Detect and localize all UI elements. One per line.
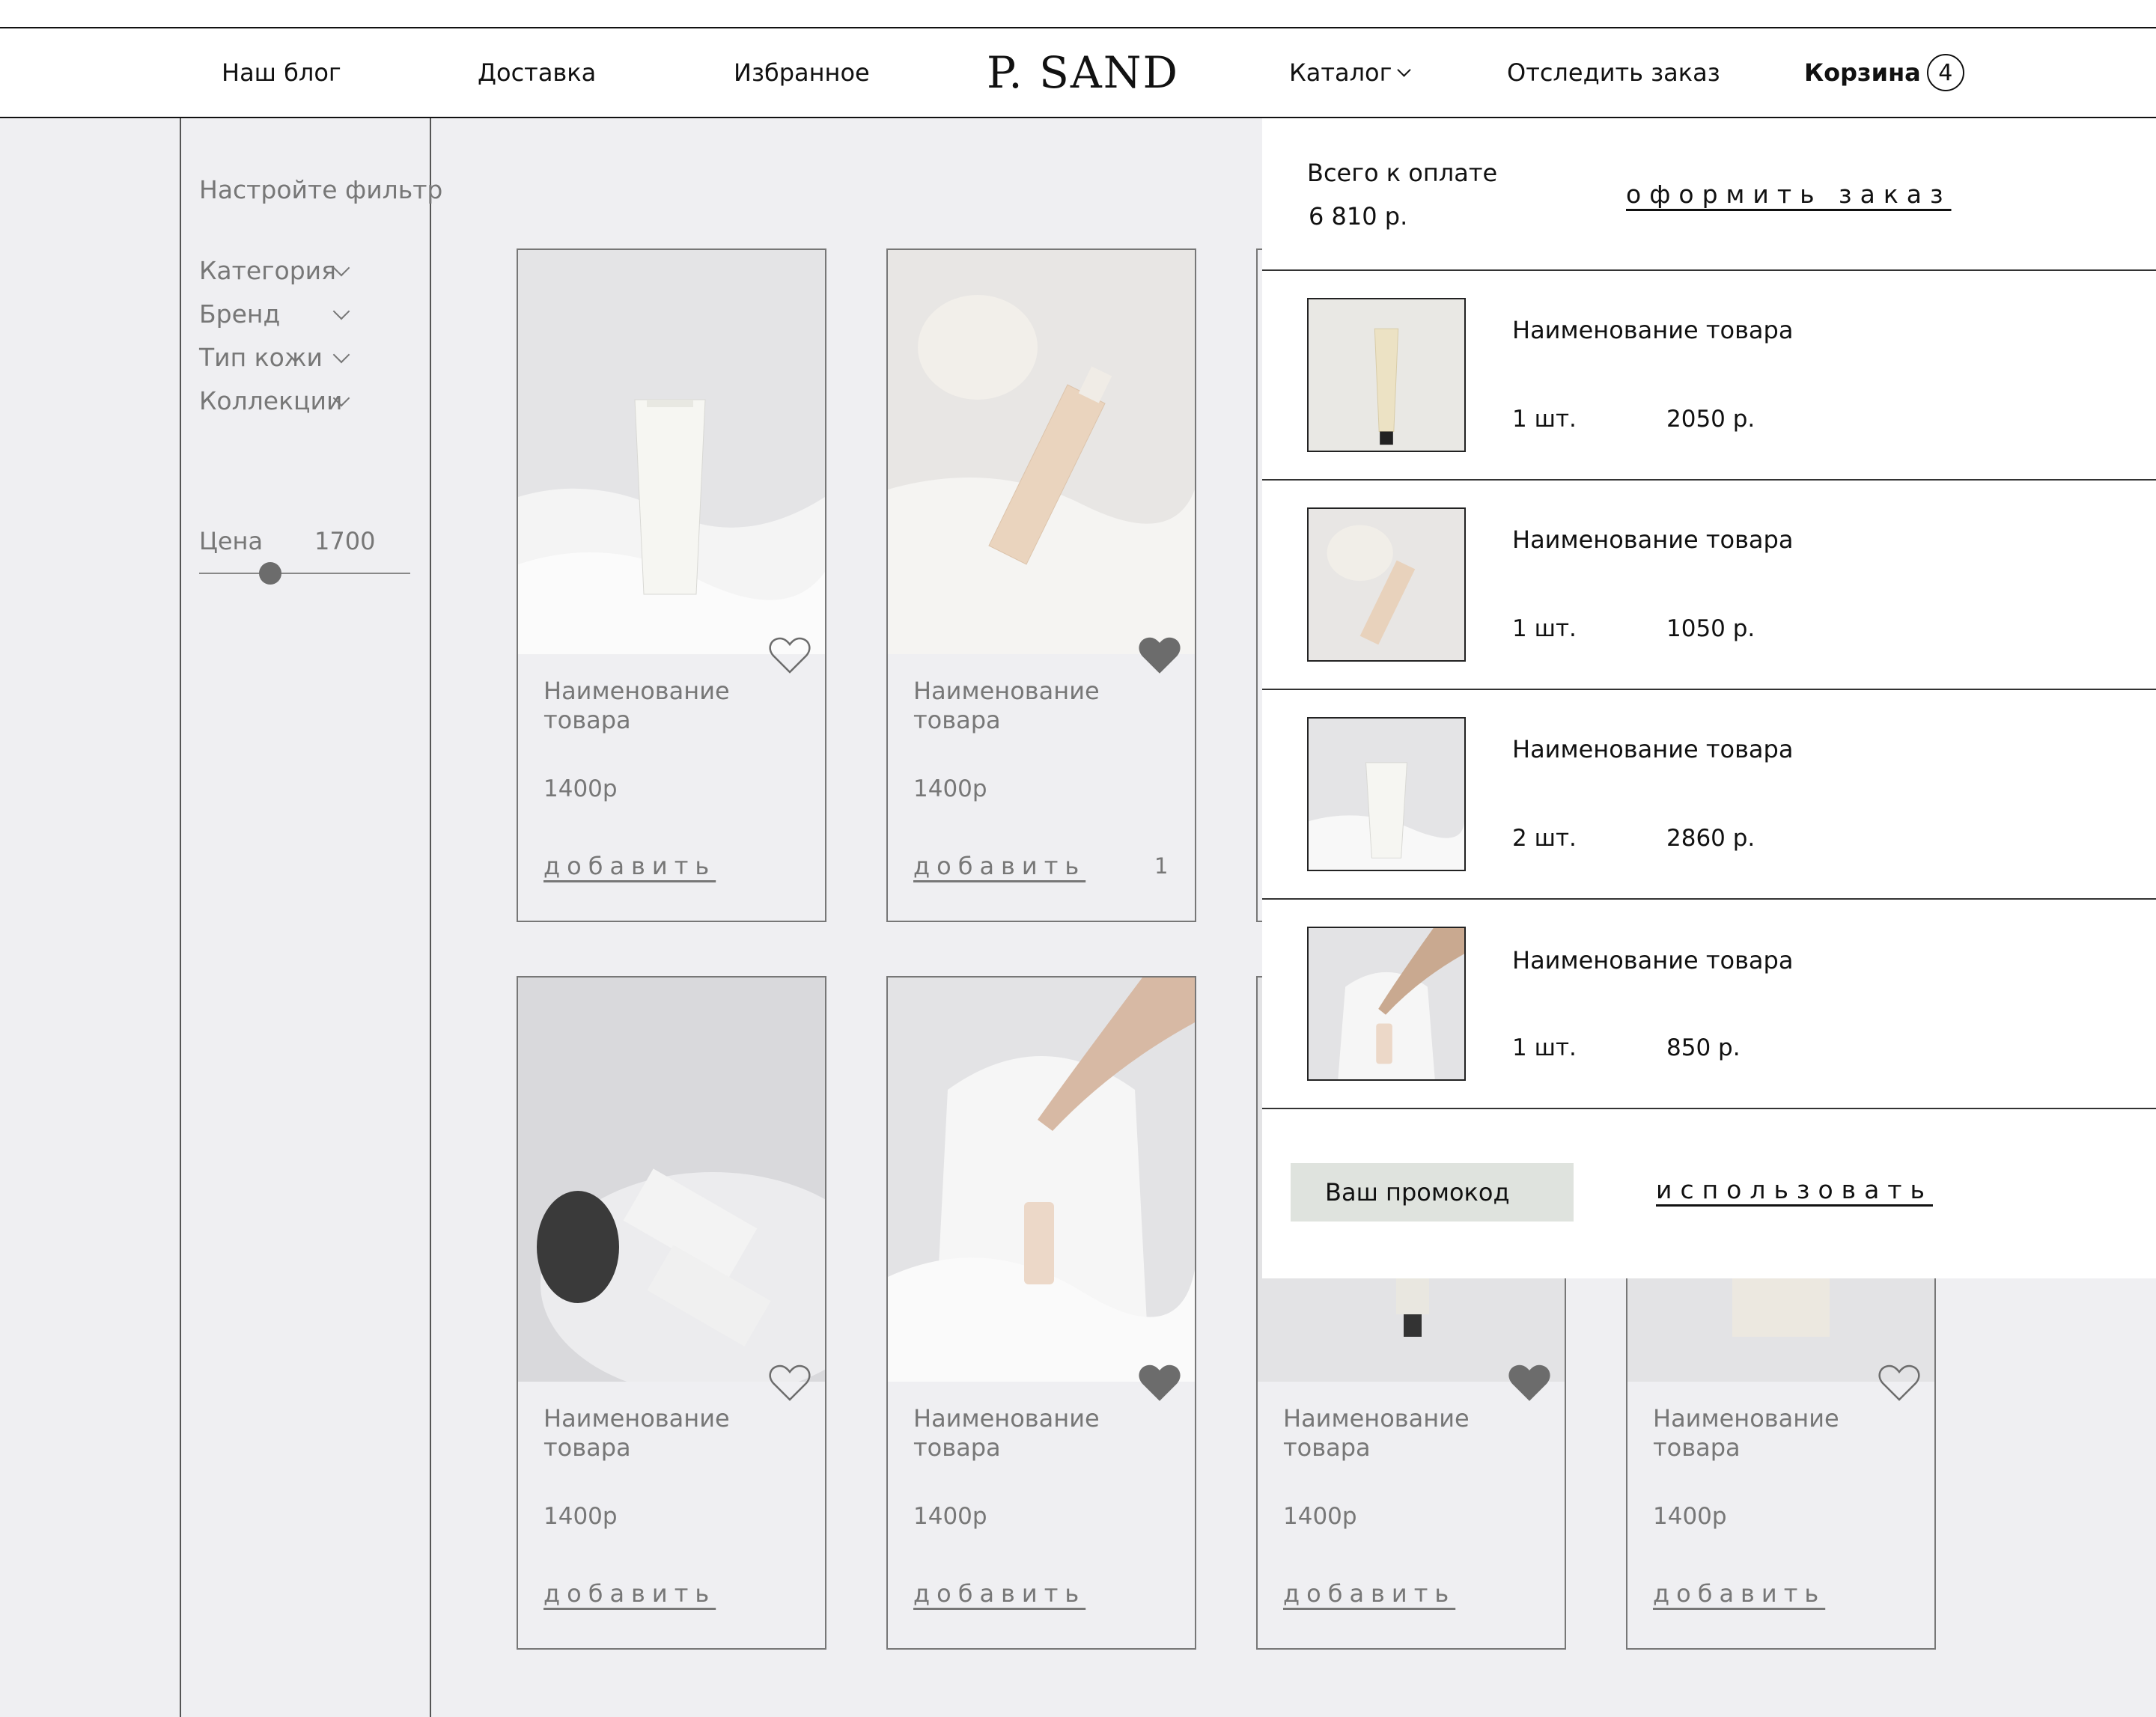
favorite-heart-icon[interactable] [768, 1364, 811, 1403]
price-filter-value: 1700 [314, 527, 376, 555]
product-name: Наименование товара [543, 677, 730, 734]
add-to-cart-button[interactable]: добавить [1653, 1579, 1825, 1608]
filter-collections-label: Коллекции [199, 386, 343, 415]
product-name: Наименование товара [1283, 1404, 1470, 1462]
filter-brand-label: Бренд [199, 299, 281, 329]
favorite-heart-icon[interactable] [1138, 636, 1181, 675]
product-card[interactable]: Наименование товара 1400р добавить [517, 248, 826, 922]
filter-category[interactable]: Категория [199, 256, 336, 285]
product-image [888, 978, 1195, 1382]
cart-item-image [1307, 717, 1466, 871]
cart-divider [1262, 1108, 2156, 1109]
product-card[interactable]: Наименование товара 1400р добавить [886, 976, 1196, 1650]
sidebar-divider [430, 118, 431, 1717]
product-price: 1400р [1283, 1503, 1357, 1530]
left-divider [180, 118, 181, 1717]
product-card[interactable]: Наименование товара 1400р добавить [517, 976, 826, 1650]
filter-title: Настройте фильтр [199, 175, 443, 204]
chevron-down-icon [1397, 62, 1412, 77]
cart-item-image [1307, 927, 1466, 1081]
filter-skin-type[interactable]: Тип кожи [199, 343, 323, 372]
cart-item-image [1307, 298, 1466, 452]
product-name: Наименование товара [913, 1404, 1100, 1462]
nav-catalog-dropdown[interactable]: Каталог [1289, 28, 1412, 117]
filter-collections[interactable]: Коллекции [199, 386, 342, 415]
cart-divider [1262, 898, 2156, 900]
price-slider-handle[interactable] [259, 562, 281, 585]
promo-code-input[interactable]: Ваш промокод [1291, 1163, 1574, 1222]
product-image [888, 250, 1195, 654]
favorite-heart-icon[interactable] [1138, 1364, 1181, 1403]
cart-item-name: Наименование товара [1512, 316, 1794, 344]
cart-label: Корзина [1804, 58, 1921, 87]
cart-item-quantity[interactable]: 1 шт. [1512, 1034, 1577, 1061]
nav-favorites-link[interactable]: Избранное [734, 28, 870, 117]
cart-item-price: 850 р. [1666, 1034, 1741, 1061]
add-to-cart-button[interactable]: добавить [913, 1579, 1085, 1608]
nav-catalog-label: Каталог [1289, 58, 1392, 87]
product-name: Наименование товара [543, 1404, 730, 1462]
filter-skin-type-label: Тип кожи [199, 343, 323, 372]
cart-item-quantity[interactable]: 2 шт. [1512, 825, 1577, 852]
cart-item-price: 2050 р. [1666, 406, 1755, 433]
product-price: 1400р [913, 1503, 987, 1530]
cart-item-image [1307, 507, 1466, 662]
product-image [518, 978, 825, 1382]
nav-track-order-link[interactable]: Отследить заказ [1507, 28, 1720, 117]
apply-promo-button[interactable]: использовать [1656, 1175, 1933, 1204]
cart-divider [1262, 479, 2156, 481]
favorite-heart-icon[interactable] [1508, 1364, 1551, 1403]
nav-cart-link[interactable]: Корзина 4 [1804, 28, 1964, 117]
price-slider-track[interactable] [199, 573, 410, 574]
top-navigation: Наш блог Доставка Избранное P. SAND Ката… [0, 27, 2156, 118]
product-name: Наименование товара [1653, 1404, 1839, 1462]
cart-item-name: Наименование товара [1512, 525, 1794, 554]
cart-item-quantity[interactable]: 1 шт. [1512, 406, 1577, 433]
product-price: 1400р [913, 775, 987, 802]
add-to-cart-button[interactable]: добавить [1283, 1579, 1455, 1608]
product-image [518, 250, 825, 654]
product-price: 1400р [543, 775, 618, 802]
cart-total-label: Всего к оплате [1307, 159, 1498, 187]
checkout-button[interactable]: оформить заказ [1626, 180, 1952, 209]
cart-item-price: 2860 р. [1666, 825, 1755, 852]
product-card[interactable]: Наименование товара 1400р добавить 1 [886, 248, 1196, 922]
product-cart-quantity: 1 [1154, 853, 1169, 879]
product-name: Наименование товара [913, 677, 1100, 734]
nav-blog-link[interactable]: Наш блог [222, 28, 341, 117]
cart-divider [1262, 689, 2156, 690]
filter-brand[interactable]: Бренд [199, 299, 280, 329]
cart-total-value: 6 810 р. [1309, 202, 1408, 231]
cart-item-name: Наименование товара [1512, 735, 1794, 763]
price-filter-label: Цена [199, 527, 264, 555]
cart-item-name: Наименование товара [1512, 946, 1794, 975]
cart-item-price: 1050 р. [1666, 615, 1755, 642]
cart-divider [1262, 269, 2156, 271]
product-price: 1400р [1653, 1503, 1727, 1530]
filter-category-label: Категория [199, 256, 336, 285]
add-to-cart-button[interactable]: добавить [913, 852, 1085, 880]
cart-count-badge: 4 [1926, 54, 1964, 91]
add-to-cart-button[interactable]: добавить [543, 1579, 716, 1608]
add-to-cart-button[interactable]: добавить [543, 852, 716, 880]
cart-item-quantity[interactable]: 1 шт. [1512, 615, 1577, 642]
product-price: 1400р [543, 1503, 618, 1530]
brand-logo[interactable]: P. SAND [987, 28, 1179, 117]
favorite-heart-icon[interactable] [768, 636, 811, 675]
nav-delivery-link[interactable]: Доставка [478, 28, 596, 117]
favorite-heart-icon[interactable] [1878, 1364, 1921, 1403]
cart-dropdown-panel: Всего к оплате 6 810 р. оформить заказ Н… [1262, 118, 2156, 1278]
